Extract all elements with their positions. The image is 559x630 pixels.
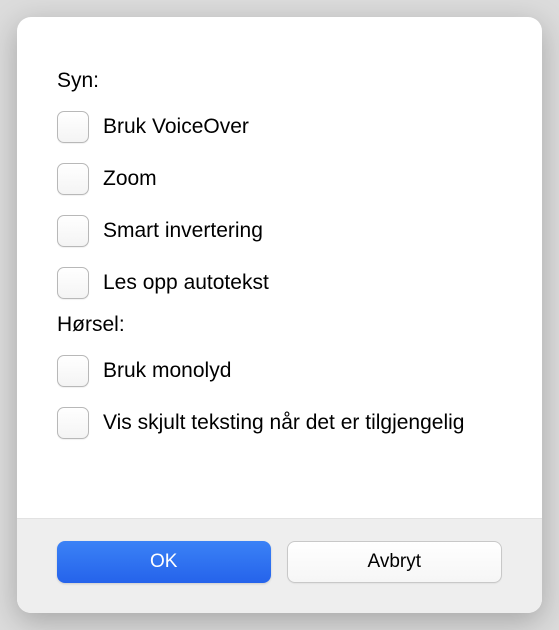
label-closed-captions: Vis skjult teksting når det er tilgjenge… xyxy=(103,411,464,435)
checkbox-mono-audio[interactable] xyxy=(57,355,89,387)
checkbox-voiceover[interactable] xyxy=(57,111,89,143)
checkbox-speak-autotext[interactable] xyxy=(57,267,89,299)
row-smart-invert: Smart invertering xyxy=(57,205,502,257)
label-zoom: Zoom xyxy=(103,167,157,191)
cancel-button[interactable]: Avbryt xyxy=(287,541,503,583)
ok-button[interactable]: OK xyxy=(57,541,271,583)
checkbox-zoom[interactable] xyxy=(57,163,89,195)
checkbox-smart-invert[interactable] xyxy=(57,215,89,247)
row-zoom: Zoom xyxy=(57,153,502,205)
label-speak-autotext: Les opp autotekst xyxy=(103,271,269,295)
row-mono-audio: Bruk monolyd xyxy=(57,345,502,397)
vision-heading: Syn: xyxy=(57,69,502,93)
dialog-footer: OK Avbryt xyxy=(17,518,542,613)
dialog-content: Syn: Bruk VoiceOver Zoom Smart inverteri… xyxy=(17,17,542,518)
hearing-heading: Hørsel: xyxy=(57,313,502,337)
row-voiceover: Bruk VoiceOver xyxy=(57,101,502,153)
row-speak-autotext: Les opp autotekst xyxy=(57,257,502,309)
accessibility-dialog: Syn: Bruk VoiceOver Zoom Smart inverteri… xyxy=(17,17,542,613)
label-voiceover: Bruk VoiceOver xyxy=(103,115,249,139)
row-closed-captions: Vis skjult teksting når det er tilgjenge… xyxy=(57,397,502,449)
checkbox-closed-captions[interactable] xyxy=(57,407,89,439)
label-mono-audio: Bruk monolyd xyxy=(103,359,231,383)
label-smart-invert: Smart invertering xyxy=(103,219,263,243)
